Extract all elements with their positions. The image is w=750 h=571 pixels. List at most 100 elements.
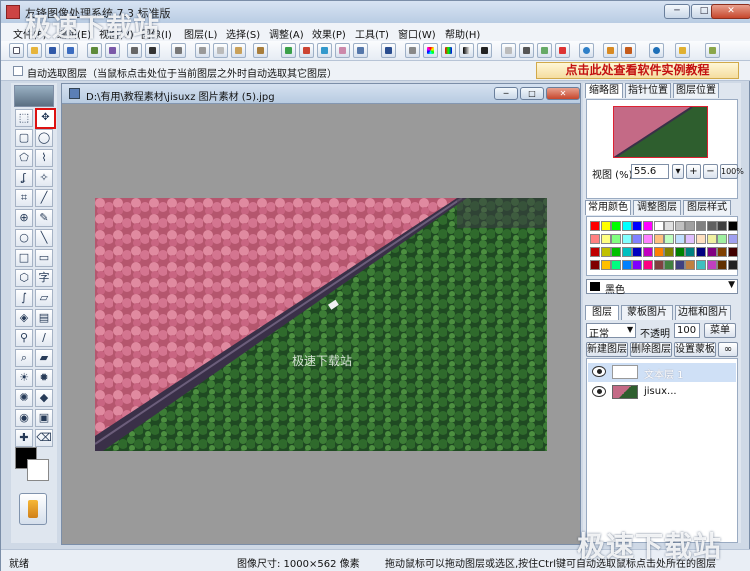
- palette-swatch[interactable]: [674, 247, 685, 257]
- redeye-tool-icon[interactable]: ◉: [15, 409, 33, 427]
- palette-swatch[interactable]: [664, 234, 675, 244]
- quick-tools-button[interactable]: [19, 493, 47, 525]
- new-file-icon[interactable]: [9, 43, 24, 58]
- text-icon[interactable]: [353, 43, 368, 58]
- notes-icon[interactable]: [621, 43, 636, 58]
- visibility-eye-icon[interactable]: [592, 386, 606, 397]
- palette-swatch[interactable]: [590, 234, 600, 244]
- scanner-icon[interactable]: [127, 43, 142, 58]
- tab-border-image[interactable]: 边框和图片: [675, 305, 731, 320]
- sponge-tool-icon[interactable]: ✺: [15, 389, 33, 407]
- palette-swatch[interactable]: [685, 247, 696, 257]
- delete-layer-button[interactable]: 删除图层: [630, 342, 672, 357]
- palette-swatch[interactable]: [653, 221, 664, 231]
- palette-swatch[interactable]: [632, 234, 643, 244]
- palette-swatch[interactable]: [611, 221, 622, 231]
- menu-tools[interactable]: 工具(T): [355, 26, 389, 41]
- hue-icon[interactable]: [423, 43, 438, 58]
- palette-swatch[interactable]: [590, 247, 600, 257]
- link-icon[interactable]: ∞: [718, 342, 738, 357]
- menu-help[interactable]: 帮助(H): [445, 26, 480, 41]
- dodge-tool-icon[interactable]: ☀: [15, 369, 33, 387]
- export-icon[interactable]: [105, 43, 120, 58]
- invert-icon[interactable]: [477, 43, 492, 58]
- palette-swatch[interactable]: [611, 260, 622, 270]
- palette-swatch[interactable]: [632, 247, 643, 257]
- book-icon[interactable]: [603, 43, 618, 58]
- help-icon[interactable]: [675, 43, 690, 58]
- palette-swatch[interactable]: [600, 260, 611, 270]
- palette-swatch[interactable]: [674, 260, 685, 270]
- tab-pointer-position[interactable]: 指针位置: [625, 83, 671, 98]
- doc-close-button[interactable]: ✕: [546, 87, 580, 100]
- auto-select-layer-checkbox[interactable]: [13, 66, 23, 76]
- tab-layers[interactable]: 图层: [585, 305, 619, 320]
- highlighter-tool-icon[interactable]: ▰: [35, 349, 53, 367]
- tutorial-promo-banner[interactable]: 点击此处查看软件实例教程: [536, 62, 739, 79]
- palette-swatch[interactable]: [653, 260, 664, 270]
- tab-layer-style[interactable]: 图层样式: [683, 200, 731, 215]
- zoom-spin-icon[interactable]: ▾: [672, 164, 684, 179]
- ellipse-tool-icon[interactable]: ○: [15, 229, 33, 247]
- doc-maximize-button[interactable]: □: [520, 87, 544, 100]
- doc-minimize-button[interactable]: ─: [494, 87, 518, 100]
- filter-icon[interactable]: [299, 43, 314, 58]
- stamp-tool-icon[interactable]: ⊕: [15, 209, 33, 227]
- polygon-tool-icon[interactable]: ⬡: [15, 269, 33, 287]
- palette-swatch[interactable]: [696, 234, 706, 244]
- grayscale-icon[interactable]: [459, 43, 474, 58]
- palette-swatch[interactable]: [621, 260, 632, 270]
- palette-swatch[interactable]: [717, 234, 728, 244]
- palette-icon[interactable]: [441, 43, 456, 58]
- palette-swatch[interactable]: [621, 247, 632, 257]
- palette-swatch[interactable]: [706, 234, 717, 244]
- navigator-thumbnail[interactable]: [613, 106, 708, 158]
- menu-effects[interactable]: 效果(P): [312, 26, 346, 41]
- cut-icon[interactable]: [195, 43, 210, 58]
- layer-row-image[interactable]: jisux...: [588, 383, 736, 402]
- palette-swatch[interactable]: [600, 221, 611, 231]
- zoom-input[interactable]: 55.6: [631, 164, 669, 179]
- palette-swatch[interactable]: [632, 221, 643, 231]
- copy-icon[interactable]: [213, 43, 228, 58]
- new-layer-button[interactable]: 新建图层: [586, 342, 628, 357]
- palette-swatch[interactable]: [717, 260, 728, 270]
- eraser-tool-icon[interactable]: ▱: [35, 289, 53, 307]
- adjust-icon[interactable]: [335, 43, 350, 58]
- frame-tool-icon[interactable]: ▣: [35, 409, 53, 427]
- freehand-select-tool-icon[interactable]: ⌇: [35, 149, 53, 167]
- magic-wand-tool-icon[interactable]: ✧: [35, 169, 53, 187]
- repair-tool-icon[interactable]: ✚: [15, 429, 33, 447]
- rect-select-tool-icon[interactable]: ⬚: [15, 109, 33, 127]
- polygon-select-tool-icon[interactable]: ⬠: [15, 149, 33, 167]
- zoom-in-button[interactable]: +: [686, 164, 701, 179]
- palette-swatch[interactable]: [727, 247, 738, 257]
- canvas-text-layer[interactable]: 极速下载站: [292, 352, 352, 369]
- sharpen-tool-icon[interactable]: ◆: [35, 389, 53, 407]
- palette-swatch[interactable]: [727, 260, 738, 270]
- clear-tool-icon[interactable]: ⌫: [35, 429, 53, 447]
- menu-layer[interactable]: 图层(L): [184, 26, 217, 41]
- zoom-tool-icon[interactable]: ⌕: [15, 349, 33, 367]
- palette-swatch[interactable]: [611, 247, 622, 257]
- opacity-input[interactable]: 100: [674, 323, 700, 338]
- camera-icon[interactable]: [145, 43, 160, 58]
- lasso-tool-icon[interactable]: ʆ: [15, 169, 33, 187]
- palette-swatch[interactable]: [590, 260, 600, 270]
- exit-icon[interactable]: [705, 43, 720, 58]
- palette-swatch[interactable]: [600, 247, 611, 257]
- save-icon[interactable]: [45, 43, 60, 58]
- tab-mask-image[interactable]: 蒙板图片: [621, 305, 673, 320]
- crop-tool-icon[interactable]: ⌗: [15, 189, 33, 207]
- palette-swatch[interactable]: [643, 247, 653, 257]
- minimize-button[interactable]: ─: [664, 4, 690, 19]
- palette-swatch[interactable]: [696, 247, 706, 257]
- smudge-tool-icon[interactable]: ∕: [35, 329, 53, 347]
- palette-swatch[interactable]: [706, 221, 717, 231]
- visibility-eye-icon[interactable]: [592, 366, 606, 377]
- palette-swatch[interactable]: [685, 234, 696, 244]
- rounded-select-tool-icon[interactable]: ▢: [15, 129, 33, 147]
- palette-swatch[interactable]: [632, 260, 643, 270]
- eyedropper-tool-icon[interactable]: ⚲: [15, 329, 33, 347]
- palette-swatch[interactable]: [696, 260, 706, 270]
